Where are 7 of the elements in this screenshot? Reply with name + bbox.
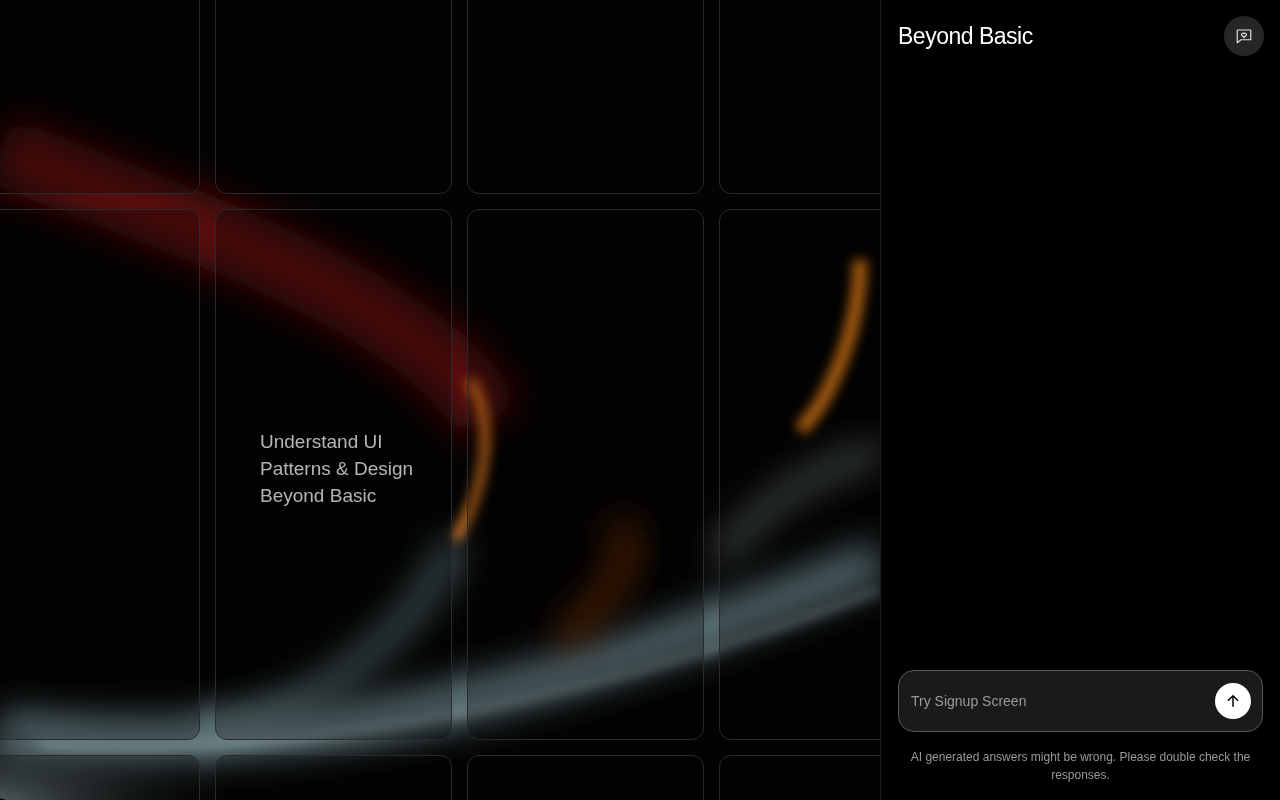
tagline: Understand UI Patterns & Design Beyond Basic bbox=[260, 430, 415, 508]
disclaimer-text: AI generated answers might be wrong. Please double check the responses. bbox=[909, 749, 1252, 784]
panel-title: Beyond Basic bbox=[898, 21, 1033, 51]
prompt-field[interactable]: Try Signup Screen bbox=[898, 670, 1263, 732]
chat-heart-icon bbox=[1235, 27, 1253, 45]
arrow-up-icon bbox=[1225, 693, 1241, 709]
feedback-button[interactable] bbox=[1224, 16, 1264, 56]
